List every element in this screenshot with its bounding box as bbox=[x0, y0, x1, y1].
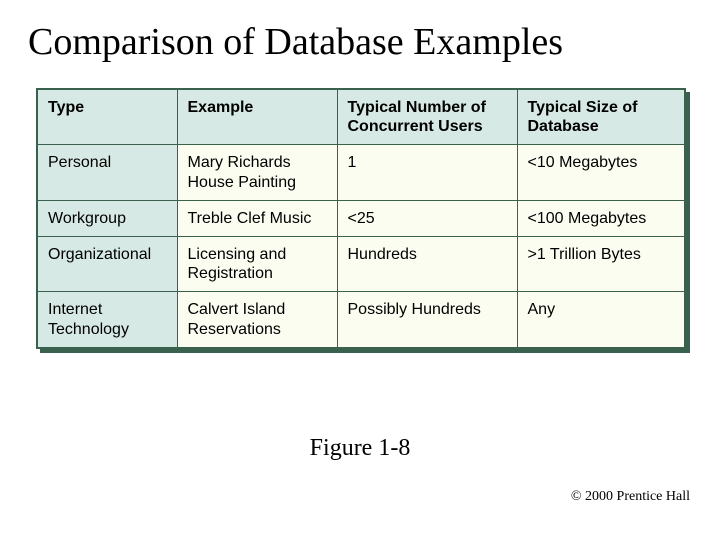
cell-type: Personal bbox=[37, 145, 177, 200]
header-type: Type bbox=[37, 89, 177, 145]
cell-users: 1 bbox=[337, 145, 517, 200]
page-title: Comparison of Database Examples bbox=[28, 20, 692, 64]
comparison-table: Type Example Typical Number of Concurren… bbox=[36, 88, 686, 349]
cell-size: >1 Trillion Bytes bbox=[517, 236, 685, 291]
copyright-text: © 2000 Prentice Hall bbox=[571, 489, 690, 505]
header-example: Example bbox=[177, 89, 337, 145]
cell-size: <10 Megabytes bbox=[517, 145, 685, 200]
header-size: Typical Size of Database bbox=[517, 89, 685, 145]
table-header-row: Type Example Typical Number of Concurren… bbox=[37, 89, 685, 145]
cell-type: Workgroup bbox=[37, 200, 177, 236]
cell-example: Licensing and Registration bbox=[177, 236, 337, 291]
cell-size: <100 Megabytes bbox=[517, 200, 685, 236]
cell-example: Calvert Island Reservations bbox=[177, 292, 337, 348]
slide: Comparison of Database Examples Type Exa… bbox=[0, 0, 720, 540]
comparison-table-container: Type Example Typical Number of Concurren… bbox=[36, 88, 684, 349]
cell-type: Internet Technology bbox=[37, 292, 177, 348]
cell-example: Treble Clef Music bbox=[177, 200, 337, 236]
figure-caption: Figure 1-8 bbox=[0, 435, 720, 462]
table-row: Workgroup Treble Clef Music <25 <100 Meg… bbox=[37, 200, 685, 236]
table-row: Personal Mary Richards House Painting 1 … bbox=[37, 145, 685, 200]
cell-example: Mary Richards House Painting bbox=[177, 145, 337, 200]
cell-users: Possibly Hundreds bbox=[337, 292, 517, 348]
cell-size: Any bbox=[517, 292, 685, 348]
cell-type: Organizational bbox=[37, 236, 177, 291]
table-row: Internet Technology Calvert Island Reser… bbox=[37, 292, 685, 348]
header-users: Typical Number of Concurrent Users bbox=[337, 89, 517, 145]
table-row: Organizational Licensing and Registratio… bbox=[37, 236, 685, 291]
cell-users: Hundreds bbox=[337, 236, 517, 291]
cell-users: <25 bbox=[337, 200, 517, 236]
